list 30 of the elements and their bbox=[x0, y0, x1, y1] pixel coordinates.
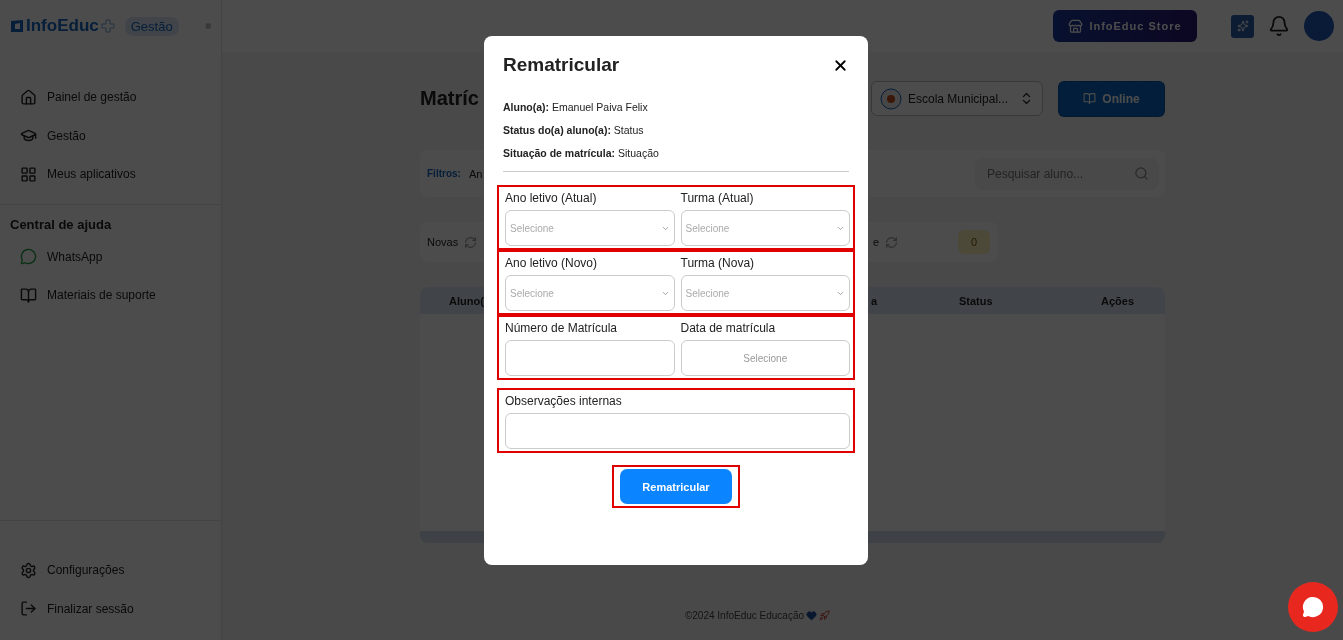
info-line: Aluno(a): Emanuel Paiva Felix bbox=[503, 100, 649, 115]
column-header: Status bbox=[959, 294, 994, 307]
input-field[interactable] bbox=[505, 340, 675, 376]
filters-label: Filtros: bbox=[427, 168, 461, 179]
page-title: Matríc bbox=[420, 87, 479, 110]
select-field[interactable]: Selecione bbox=[505, 275, 675, 311]
field-label: Ano letivo (Novo) bbox=[505, 256, 599, 270]
field-label: Número de Matrícula bbox=[505, 321, 619, 335]
select-field[interactable]: Selecione bbox=[680, 210, 850, 246]
field-label: Turma (Nova) bbox=[680, 256, 756, 270]
stat-label: e bbox=[872, 236, 879, 248]
stat-label: Novas bbox=[427, 236, 459, 248]
column-header: a bbox=[871, 294, 879, 307]
column-header: Ações bbox=[1101, 294, 1136, 307]
select-field[interactable]: Selecione bbox=[680, 275, 850, 311]
dialog-title: Rematricular bbox=[503, 54, 620, 76]
rematricular-button[interactable]: Rematricular bbox=[620, 469, 732, 504]
field-label: Ano letivo (Atual) bbox=[505, 191, 598, 205]
input-field[interactable] bbox=[505, 413, 850, 449]
filter-value: An bbox=[468, 167, 483, 180]
date-field[interactable]: Selecione bbox=[680, 340, 850, 376]
field-label: Data de matrícula bbox=[680, 321, 777, 335]
info-line: Situação de matrícula: Situação bbox=[503, 146, 660, 161]
column-header: Aluno( bbox=[449, 294, 485, 307]
chat-bubble-icon bbox=[1302, 596, 1324, 618]
field-label: Turma (Atual) bbox=[680, 191, 755, 205]
field-label: Observações internas bbox=[505, 394, 623, 408]
section-title: Central de ajuda bbox=[9, 216, 113, 234]
info-line: Status do(a) aluno(a): Status bbox=[503, 123, 645, 138]
select-field[interactable]: Selecione bbox=[505, 210, 675, 246]
